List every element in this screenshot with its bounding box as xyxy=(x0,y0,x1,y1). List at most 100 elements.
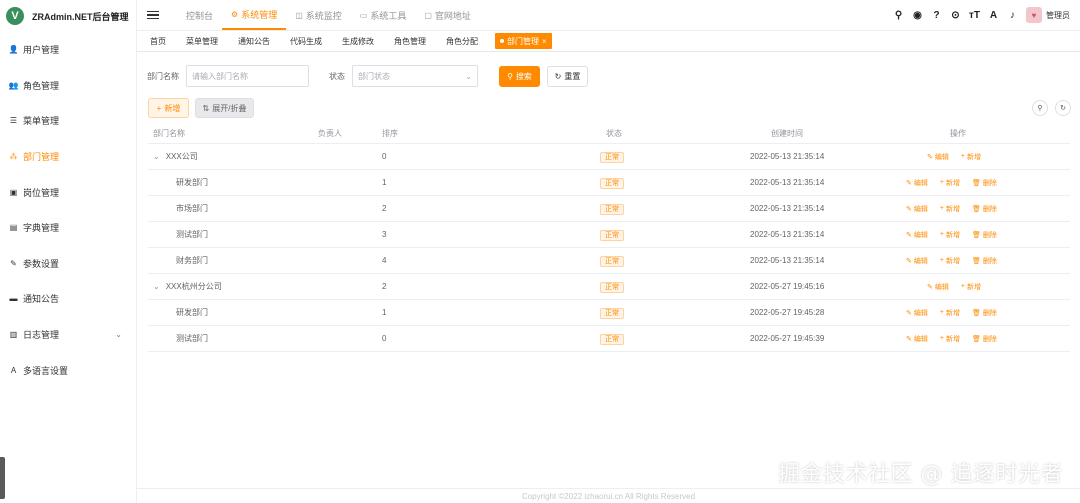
dept-name: 研发部门 xyxy=(176,307,208,318)
status-label: 状态 xyxy=(329,71,345,81)
add-button[interactable]: + 新增 xyxy=(148,98,189,118)
dept-name: ⌄ XXX公司 xyxy=(153,151,198,162)
sidebar-item-8[interactable]: ▥ 日志管理 ⌄ xyxy=(0,317,136,353)
edit-button[interactable]: ✎ 编辑 xyxy=(906,334,928,344)
top-nav-label: 官网地址 xyxy=(434,10,471,21)
status-cell: 正常 xyxy=(600,177,624,189)
th-name: 部门名称 xyxy=(153,129,185,138)
add-button[interactable]: + 新增 xyxy=(961,152,981,162)
add-button[interactable]: + 新增 xyxy=(961,282,981,292)
nav-icon: ▭ xyxy=(359,10,368,20)
username[interactable]: 管理员 xyxy=(1046,10,1070,21)
chevron-down-icon[interactable]: ⌄ xyxy=(153,282,160,291)
sidebar-item-0[interactable]: 👤 用户管理 xyxy=(0,32,136,68)
question-icon[interactable]: ? xyxy=(927,10,946,21)
refresh-button[interactable]: ↻ xyxy=(1055,100,1071,116)
sidebar-item-5[interactable]: ▤ 字典管理 xyxy=(0,210,136,246)
add-button[interactable]: + 新增 xyxy=(940,204,960,214)
close-icon[interactable]: × xyxy=(542,37,547,46)
reset-button-label: 重置 xyxy=(564,71,581,81)
plus-icon: + xyxy=(939,205,944,212)
edit-button[interactable]: ✎ 编辑 xyxy=(906,230,928,240)
dept-name: ⌄ XXX杭州分公司 xyxy=(153,281,222,292)
delete-label: 删除 xyxy=(982,257,997,265)
delete-button[interactable]: 🗑 删除 xyxy=(972,178,997,188)
edit-button[interactable]: ✎ 编辑 xyxy=(906,308,928,318)
edit-button[interactable]: ✎ 编辑 xyxy=(927,282,949,292)
delete-button[interactable]: 🗑 删除 xyxy=(972,308,997,318)
dict-icon: ▤ xyxy=(9,223,18,233)
top-nav-item-3[interactable]: ▭ 系统工具 xyxy=(351,0,416,30)
translate-icon[interactable]: A xyxy=(984,10,1003,21)
table-header: 部门名称 负责人 排序 状态 创建时间 操作 xyxy=(148,124,1070,144)
tag-item[interactable]: 角色管理 xyxy=(389,33,431,49)
status-badge: 正常 xyxy=(600,151,624,163)
app-title: ZRAdmin.NET后台管理 xyxy=(32,11,129,22)
edit-icon: ✎ xyxy=(906,179,912,187)
tag-item[interactable]: 首页 xyxy=(145,33,171,49)
dept-name: 市场部门 xyxy=(176,203,208,214)
top-header: 控制台 ⚙ 系统管理 ◫ 系统监控 ▭ 系统工具 ▢ 官网地址 ⚲ ◉? ⊙ тT A ♪ ♥ 管理员 xyxy=(137,0,1080,30)
toggle-search-button[interactable]: ⚲ xyxy=(1032,100,1048,116)
dept-name: 测试部门 xyxy=(176,229,208,240)
github-icon[interactable]: ◉ xyxy=(908,10,927,21)
post-icon: ▣ xyxy=(9,187,18,197)
hamburger-icon[interactable] xyxy=(147,10,159,20)
search-form: 部门名称 请输入部门名称 状态 部门状态 ⌄ ⚲ 搜索 ↻ 重置 xyxy=(147,65,588,87)
add-button[interactable]: + 新增 xyxy=(940,334,960,344)
th-sort: 排序 xyxy=(382,129,398,138)
sidebar-item-3[interactable]: ⁂ 部门管理 xyxy=(0,139,136,175)
edit-button[interactable]: ✎ 编辑 xyxy=(927,152,949,162)
sidebar-item-6[interactable]: ✎ 参数设置 xyxy=(0,246,136,282)
row-actions: ✎ 编辑 + 新增 🗑 删除 xyxy=(906,308,1009,318)
tree-icon: ⁂ xyxy=(9,152,18,162)
sidebar-item-9[interactable]: A 多语言设置 xyxy=(0,352,136,388)
tag-item[interactable]: 通知公告 xyxy=(233,33,275,49)
avatar[interactable]: ♥ xyxy=(1026,7,1042,23)
tag-item[interactable]: 菜单管理 xyxy=(181,33,223,49)
dept-sort: 3 xyxy=(382,230,387,239)
created-time: 2022-05-27 19:45:39 xyxy=(750,334,825,343)
sidebar-item-1[interactable]: 👥 角色管理 xyxy=(0,68,136,104)
fullscreen-icon[interactable]: ⊙ xyxy=(946,10,965,21)
nav-icon: ⚙ xyxy=(231,9,239,19)
tag-active[interactable]: 部门管理 × xyxy=(495,33,552,49)
dot-icon xyxy=(500,39,504,43)
top-nav-item-4[interactable]: ▢ 官网地址 xyxy=(415,0,480,30)
delete-button[interactable]: 🗑 删除 xyxy=(972,334,997,344)
delete-button[interactable]: 🗑 删除 xyxy=(972,204,997,214)
tag-item[interactable]: 生成修改 xyxy=(337,33,379,49)
tag-item[interactable]: 代码生成 xyxy=(285,33,327,49)
bell-icon[interactable]: ♪ xyxy=(1003,10,1022,21)
edit-button[interactable]: ✎ 编辑 xyxy=(906,256,928,266)
search-button[interactable]: ⚲ 搜索 xyxy=(499,65,540,87)
reset-button[interactable]: ↻ 重置 xyxy=(547,65,588,87)
add-button[interactable]: + 新增 xyxy=(940,178,960,188)
logo[interactable]: V ZRAdmin.NET后台管理 xyxy=(0,0,136,32)
side-drawer-handle[interactable] xyxy=(0,457,5,499)
sidebar-item-label: 通知公告 xyxy=(23,294,60,305)
top-nav-item-1[interactable]: ⚙ 系统管理 xyxy=(222,0,287,30)
status-select[interactable]: 部门状态 ⌄ xyxy=(352,65,478,87)
add-button[interactable]: + 新增 xyxy=(940,308,960,318)
expand-collapse-button[interactable]: ⇅ 展开/折叠 xyxy=(195,98,254,118)
sidebar-item-2[interactable]: ☰ 菜单管理 xyxy=(0,103,136,139)
add-button[interactable]: + 新增 xyxy=(940,230,960,240)
chevron-down-icon[interactable]: ⌄ xyxy=(153,152,160,161)
add-button[interactable]: + 新增 xyxy=(940,256,960,266)
th-ops: 操作 xyxy=(950,129,966,138)
delete-button[interactable]: 🗑 删除 xyxy=(972,256,997,266)
font-size-icon[interactable]: тT xyxy=(965,10,984,21)
tag-item[interactable]: 角色分配 xyxy=(441,33,483,49)
top-nav-label: 系统工具 xyxy=(370,10,407,21)
edit-button[interactable]: ✎ 编辑 xyxy=(906,178,928,188)
edit-button[interactable]: ✎ 编辑 xyxy=(906,204,928,214)
sidebar-item-7[interactable]: ▬ 通知公告 xyxy=(0,281,136,317)
search-icon[interactable]: ⚲ xyxy=(889,10,908,21)
dept-name-input[interactable]: 请输入部门名称 xyxy=(186,65,309,87)
top-nav-item-0[interactable]: 控制台 xyxy=(177,0,222,30)
dept-sort: 0 xyxy=(382,334,387,343)
top-nav-item-2[interactable]: ◫ 系统监控 xyxy=(286,0,351,30)
delete-button[interactable]: 🗑 删除 xyxy=(972,230,997,240)
sidebar-item-4[interactable]: ▣ 岗位管理 xyxy=(0,174,136,210)
